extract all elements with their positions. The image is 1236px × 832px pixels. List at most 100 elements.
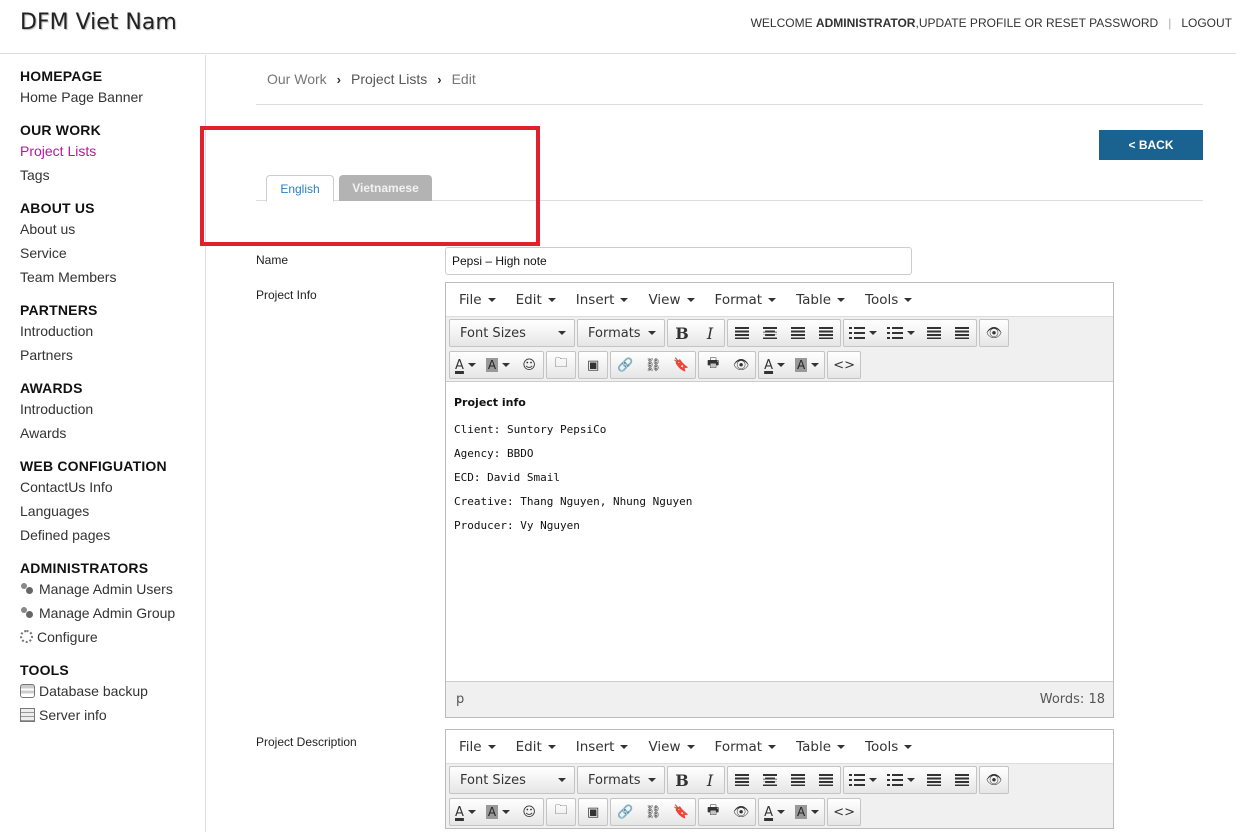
menu-edit[interactable]: Edit (506, 292, 566, 308)
text-color-button[interactable]: A (450, 799, 481, 825)
insert-image-button[interactable]: ▣ (579, 799, 607, 825)
anchor-button[interactable]: 🔖 (667, 352, 695, 378)
sidebar-item-awards-introduction[interactable]: Introduction (20, 399, 205, 423)
bullet-list-button[interactable] (844, 320, 882, 346)
sidebar-item-label: Database backup (39, 683, 148, 699)
menu-format[interactable]: Format (705, 739, 787, 755)
editor-content-area[interactable]: Project info Client: Suntory PepsiCo Age… (446, 381, 1113, 681)
align-right-button[interactable] (784, 320, 812, 346)
bold-button[interactable]: B (668, 767, 696, 793)
element-path[interactable]: p (456, 692, 464, 707)
sidebar-item-defined-pages[interactable]: Defined pages (20, 525, 205, 549)
align-left-button[interactable] (728, 767, 756, 793)
unlink-button[interactable]: ⛓ (639, 799, 667, 825)
insert-link-button[interactable]: 🔗 (611, 799, 639, 825)
menu-tools[interactable]: Tools (855, 292, 922, 308)
background-color-button[interactable]: A (481, 352, 515, 378)
menu-insert[interactable]: Insert (566, 739, 639, 755)
sidebar-item-server-info[interactable]: Server info (20, 705, 205, 729)
source-code-button[interactable]: <> (828, 799, 860, 825)
indent-button[interactable] (948, 767, 976, 793)
emoticons-button[interactable]: ☺ (515, 799, 543, 825)
bullet-list-button[interactable] (844, 767, 882, 793)
sidebar-item-manage-admin-users[interactable]: Manage Admin Users (20, 579, 205, 603)
indent-button[interactable] (948, 320, 976, 346)
text-color-button-2[interactable]: A (759, 799, 790, 825)
insert-image-button[interactable]: ▣ (579, 352, 607, 378)
sidebar-item-partners[interactable]: Partners (20, 345, 205, 369)
sidebar-item-languages[interactable]: Languages (20, 501, 205, 525)
align-right-button[interactable] (784, 767, 812, 793)
unlink-button[interactable]: ⛓ (639, 352, 667, 378)
menu-table[interactable]: Table (786, 739, 855, 755)
tab-english[interactable]: English (266, 175, 334, 202)
background-color-button-2[interactable]: A (790, 352, 824, 378)
align-justify-button[interactable] (812, 767, 840, 793)
italic-button[interactable]: I (696, 320, 724, 346)
caret-down-icon (502, 810, 511, 814)
italic-button[interactable]: I (696, 767, 724, 793)
menu-table[interactable]: Table (786, 292, 855, 308)
menu-file[interactable]: File (449, 739, 506, 755)
preview-button[interactable]: 👁 (980, 767, 1008, 793)
sidebar-item-service[interactable]: Service (20, 243, 205, 267)
file-browser-button[interactable]: 🗀 (547, 799, 575, 825)
editor-toolbar-row-1: Font Sizes Formats B I 👁 (446, 764, 1113, 796)
align-left-button[interactable] (728, 320, 756, 346)
breadcrumb-project-lists[interactable]: Project Lists (351, 71, 427, 87)
formats-dropdown[interactable]: Formats (578, 767, 664, 793)
print-button[interactable]: 🖶 (699, 352, 727, 378)
source-code-button[interactable]: <> (828, 352, 860, 378)
preview-button-2[interactable]: 👁 (727, 352, 755, 378)
align-center-button[interactable] (756, 767, 784, 793)
sidebar-item-configure[interactable]: Configure (20, 627, 205, 651)
sidebar-item-contactus-info[interactable]: ContactUs Info (20, 477, 205, 501)
sidebar-item-team-members[interactable]: Team Members (20, 267, 205, 291)
text-color-button-2[interactable]: A (759, 352, 790, 378)
preview-button-2[interactable]: 👁 (727, 799, 755, 825)
print-button[interactable]: 🖶 (699, 799, 727, 825)
menu-edit[interactable]: Edit (506, 739, 566, 755)
menu-file[interactable]: File (449, 292, 506, 308)
preview-button[interactable]: 👁 (980, 320, 1008, 346)
menu-tools[interactable]: Tools (855, 739, 922, 755)
font-sizes-dropdown[interactable]: Font Sizes (450, 320, 574, 346)
background-color-button[interactable]: A (481, 799, 515, 825)
sidebar-item-database-backup[interactable]: Database backup (20, 681, 205, 705)
sidebar-item-about-us[interactable]: About us (20, 219, 205, 243)
outdent-button[interactable] (920, 767, 948, 793)
sidebar-item-tags[interactable]: Tags (20, 165, 205, 189)
sidebar-item-manage-admin-group[interactable]: Manage Admin Group (20, 603, 205, 627)
menu-format[interactable]: Format (705, 292, 787, 308)
file-browser-button[interactable]: 🗀 (547, 352, 575, 378)
text-color-button[interactable]: A (450, 352, 481, 378)
sidebar-item-home-page-banner[interactable]: Home Page Banner (20, 87, 205, 111)
numbered-list-button[interactable] (882, 767, 920, 793)
anchor-button[interactable]: 🔖 (667, 799, 695, 825)
name-input[interactable] (445, 247, 912, 275)
tab-vietnamese[interactable]: Vietnamese (339, 175, 432, 201)
menu-insert[interactable]: Insert (566, 292, 639, 308)
caret-down-icon (487, 297, 496, 302)
bold-button[interactable]: B (668, 320, 696, 346)
align-center-button[interactable] (756, 320, 784, 346)
menu-view[interactable]: View (638, 292, 704, 308)
align-justify-button[interactable] (812, 320, 840, 346)
brand-title[interactable]: DFM Viet Nam (20, 10, 177, 35)
sidebar-item-partners-introduction[interactable]: Introduction (20, 321, 205, 345)
breadcrumb-our-work[interactable]: Our Work (267, 71, 327, 87)
emoticons-button[interactable]: ☺ (515, 352, 543, 378)
update-profile-link[interactable]: ,UPDATE PROFILE OR RESET PASSWORD (915, 16, 1158, 30)
insert-link-button[interactable]: 🔗 (611, 352, 639, 378)
back-button[interactable]: < BACK (1099, 130, 1203, 160)
font-sizes-dropdown[interactable]: Font Sizes (450, 767, 574, 793)
sidebar-item-project-lists[interactable]: Project Lists (20, 141, 205, 165)
logout-link[interactable]: LOGOUT (1181, 16, 1232, 30)
background-color-button-2[interactable]: A (790, 799, 824, 825)
sidebar-item-awards[interactable]: Awards (20, 423, 205, 447)
numbered-list-button[interactable] (882, 320, 920, 346)
menu-view[interactable]: View (638, 739, 704, 755)
formats-dropdown[interactable]: Formats (578, 320, 664, 346)
eye-icon: 👁 (732, 804, 750, 820)
outdent-button[interactable] (920, 320, 948, 346)
